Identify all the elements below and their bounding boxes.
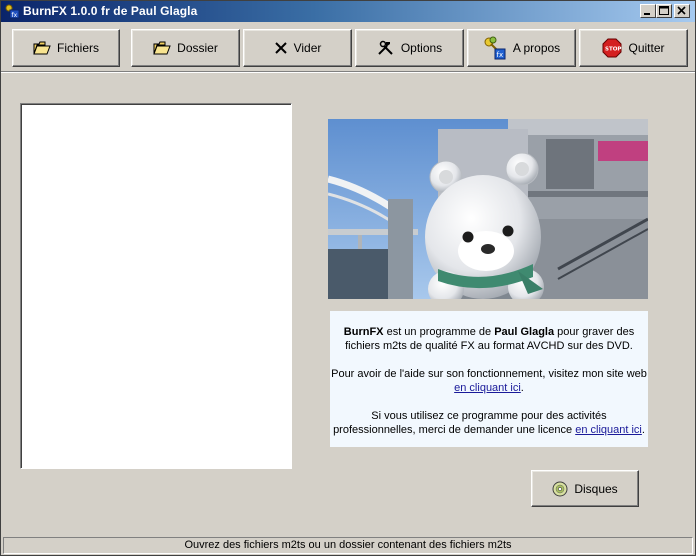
description-text: BurnFX est un programme de Paul Glagla p… <box>330 325 648 353</box>
toolbar-separator <box>1 71 695 73</box>
app-name: BurnFX <box>343 326 384 338</box>
about-info-box: BurnFX est un programme de Paul Glagla p… <box>330 311 648 447</box>
a-propos-button[interactable]: fx A propos <box>467 29 576 67</box>
license-text-label: Si vous utilisez ce programme pour des a… <box>333 410 607 436</box>
maximize-button[interactable] <box>656 4 672 18</box>
dossier-button[interactable]: Dossier <box>131 29 240 67</box>
disques-button[interactable]: Disques <box>531 470 639 507</box>
vider-button[interactable]: Vider <box>243 29 352 67</box>
svg-text:STOP: STOP <box>605 47 621 53</box>
disques-label: Disques <box>574 481 618 496</box>
help-link[interactable]: en cliquant ici <box>454 382 521 394</box>
file-list[interactable] <box>20 103 292 469</box>
help-text-label: Pour avoir de l'aide sur son fonctionnem… <box>331 368 647 380</box>
svg-text:fx: fx <box>12 12 18 19</box>
license-link[interactable]: en cliquant ici <box>575 424 642 436</box>
app-icon: fx <box>5 4 20 19</box>
license-end: . <box>641 424 645 436</box>
minimize-button[interactable] <box>640 4 656 18</box>
bear-photo <box>328 119 648 299</box>
disc-icon <box>552 481 568 496</box>
author-name: Paul Glagla <box>494 326 555 338</box>
close-button[interactable] <box>674 4 690 18</box>
x-icon <box>274 42 287 54</box>
help-text: Pour avoir de l'aide sur son fonctionnem… <box>330 367 648 395</box>
open-folder-icon <box>33 41 51 55</box>
app-window: fx BurnFX 1.0.0 fr de Paul Glagla Fichie… <box>0 0 696 556</box>
dossier-label: Dossier <box>177 41 218 55</box>
info-keys-icon: fx <box>484 36 506 60</box>
open-folder-icon <box>153 41 171 55</box>
description-mid: est un programme de <box>383 326 495 338</box>
close-icon <box>677 6 686 15</box>
fichiers-label: Fichiers <box>56 41 99 55</box>
a-propos-label: A propos <box>512 41 561 55</box>
quitter-button[interactable]: STOP Quitter <box>579 29 688 67</box>
minimize-icon <box>644 13 650 15</box>
options-button[interactable]: Options <box>355 29 464 67</box>
fichiers-button[interactable]: Fichiers <box>12 29 120 67</box>
status-text: Ouvrez des fichiers m2ts ou un dossier c… <box>184 539 512 551</box>
svg-text:fx: fx <box>496 51 503 59</box>
vider-label: Vider <box>293 41 322 55</box>
status-bar: Ouvrez des fichiers m2ts ou un dossier c… <box>3 537 693 554</box>
maximize-icon <box>659 6 669 15</box>
window-title: BurnFX 1.0.0 fr de Paul Glagla <box>23 4 198 18</box>
options-label: Options <box>400 41 443 55</box>
tools-icon <box>378 40 393 55</box>
license-text: Si vous utilisez ce programme pour des a… <box>330 409 648 437</box>
help-end: . <box>520 382 524 394</box>
title-bar[interactable]: fx BurnFX 1.0.0 fr de Paul Glagla <box>1 1 695 22</box>
stop-sign-icon: STOP <box>602 38 622 58</box>
quitter-label: Quitter <box>628 41 665 55</box>
